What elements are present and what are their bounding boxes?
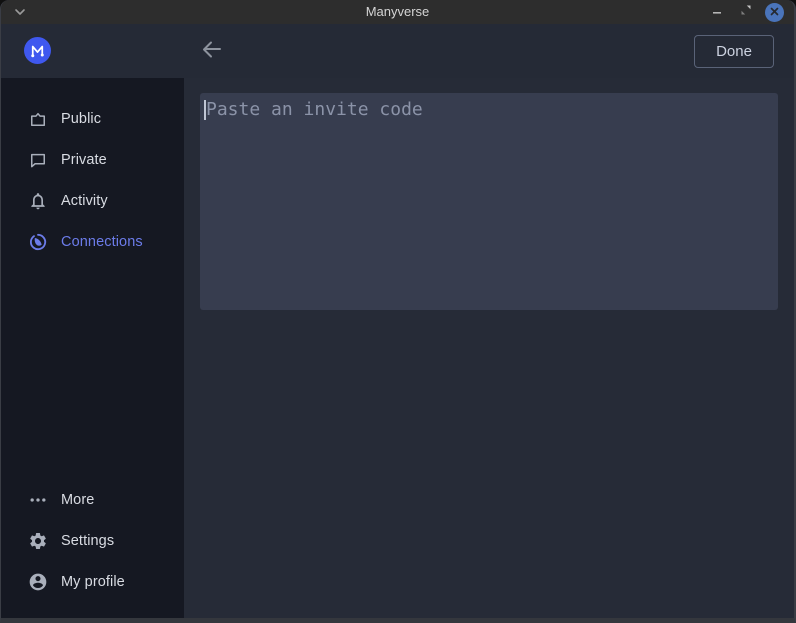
sidebar-item-public[interactable]: Public (1, 98, 184, 139)
sidebar-item-label: Activity (61, 193, 108, 209)
invite-code-input[interactable] (200, 93, 778, 310)
gear-icon (28, 531, 48, 551)
sidebar-item-label: My profile (61, 574, 125, 590)
message-icon (28, 150, 48, 170)
window-controls (707, 0, 784, 24)
titlebar: Manyverse (1, 0, 794, 24)
sidebar-item-connections[interactable]: Connections (1, 221, 184, 262)
sidebar-item-label: Public (61, 111, 101, 127)
minimize-button[interactable] (707, 2, 727, 22)
sidebar-top-group: Public Private Activity (1, 78, 184, 262)
sidebar-item-label: Connections (61, 234, 143, 250)
bell-icon (28, 191, 48, 211)
window-title: Manyverse (1, 0, 794, 24)
back-arrow-icon (199, 37, 223, 66)
back-button[interactable] (197, 37, 225, 65)
sidebar-item-my-profile[interactable]: My profile (1, 561, 184, 602)
account-icon (28, 572, 48, 592)
close-icon (770, 3, 779, 21)
sidebar-bottom-group: More Settings My profile (1, 479, 184, 618)
done-button[interactable]: Done (694, 35, 774, 68)
sidebar-item-more[interactable]: More (1, 479, 184, 520)
sidebar: Public Private Activity (1, 78, 184, 618)
main-content (184, 78, 794, 618)
restore-button[interactable] (736, 2, 756, 22)
manyverse-logo[interactable] (24, 37, 51, 64)
ellipsis-icon (28, 490, 48, 510)
manyverse-window: Manyverse (0, 0, 796, 623)
sidebar-item-label: Settings (61, 533, 114, 549)
bulletin-board-icon (28, 109, 48, 129)
minimize-icon (712, 3, 722, 21)
sidebar-item-private[interactable]: Private (1, 139, 184, 180)
sidebar-item-settings[interactable]: Settings (1, 520, 184, 561)
app-header: Done (1, 24, 794, 78)
close-button[interactable] (765, 3, 784, 22)
connections-icon (28, 232, 48, 252)
sidebar-item-label: Private (61, 152, 107, 168)
sidebar-item-label: More (61, 492, 94, 508)
sidebar-item-activity[interactable]: Activity (1, 180, 184, 221)
restore-icon (740, 3, 752, 21)
